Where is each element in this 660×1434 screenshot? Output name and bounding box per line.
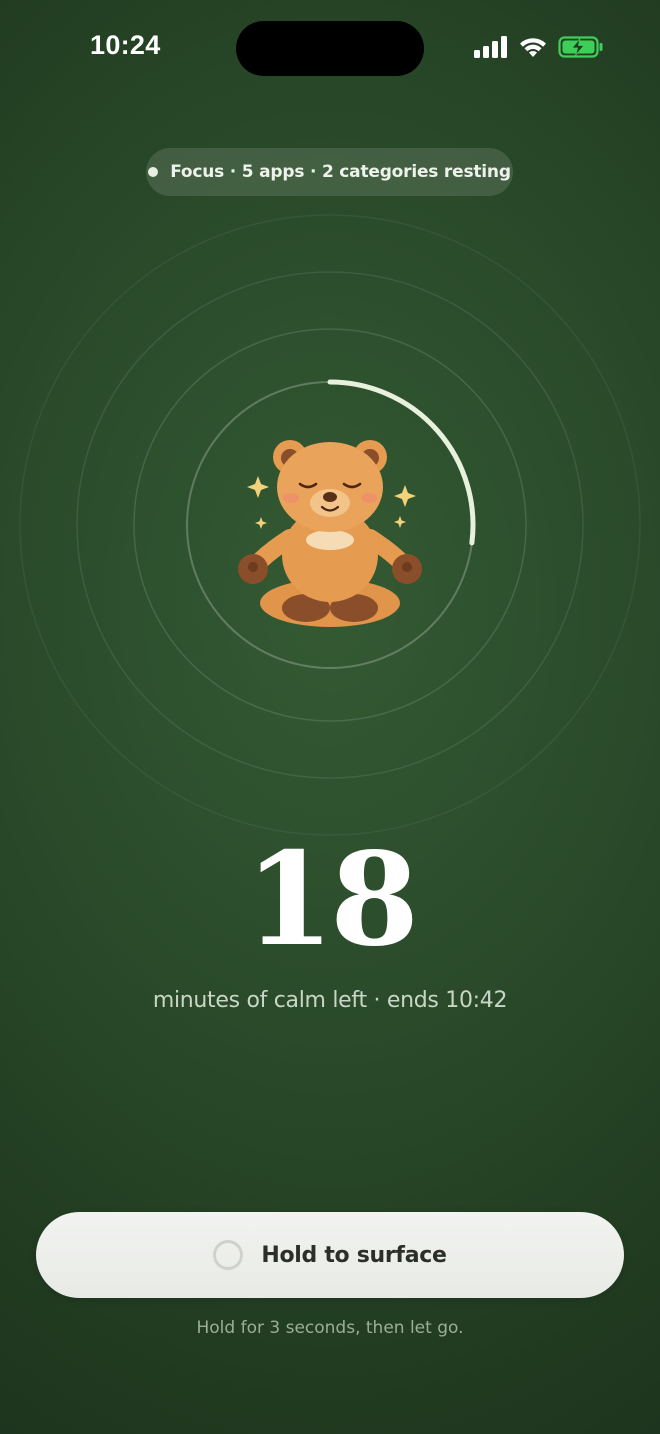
wifi-icon xyxy=(520,38,546,57)
status-time: 10:24 xyxy=(90,30,161,60)
dynamic-island xyxy=(236,21,424,76)
hold-to-surface-button[interactable]: Hold to surface xyxy=(36,1212,624,1298)
meditating-bear-icon xyxy=(238,440,422,627)
cellular-signal-icon xyxy=(474,36,507,58)
status-bar: 10:24 xyxy=(0,0,660,98)
status-icons xyxy=(474,36,604,58)
hold-progress-ring-icon xyxy=(213,1240,244,1270)
session-subtitle: minutes of calm left · ends 10:42 xyxy=(152,988,508,1013)
minutes-remaining: 18 xyxy=(244,825,419,975)
calm-ring-visual xyxy=(19,214,641,836)
hold-button-label: Hold to surface xyxy=(261,1242,447,1268)
focus-active-dot xyxy=(148,167,159,177)
focus-status-pill[interactable]: Focus · 5 apps · 2 categories resting xyxy=(146,148,513,196)
hold-hint-text: Hold for 3 seconds, then let go. xyxy=(196,1318,464,1338)
battery-charging-icon xyxy=(558,36,603,58)
focus-status-label: Focus · 5 apps · 2 categories resting xyxy=(170,162,511,182)
